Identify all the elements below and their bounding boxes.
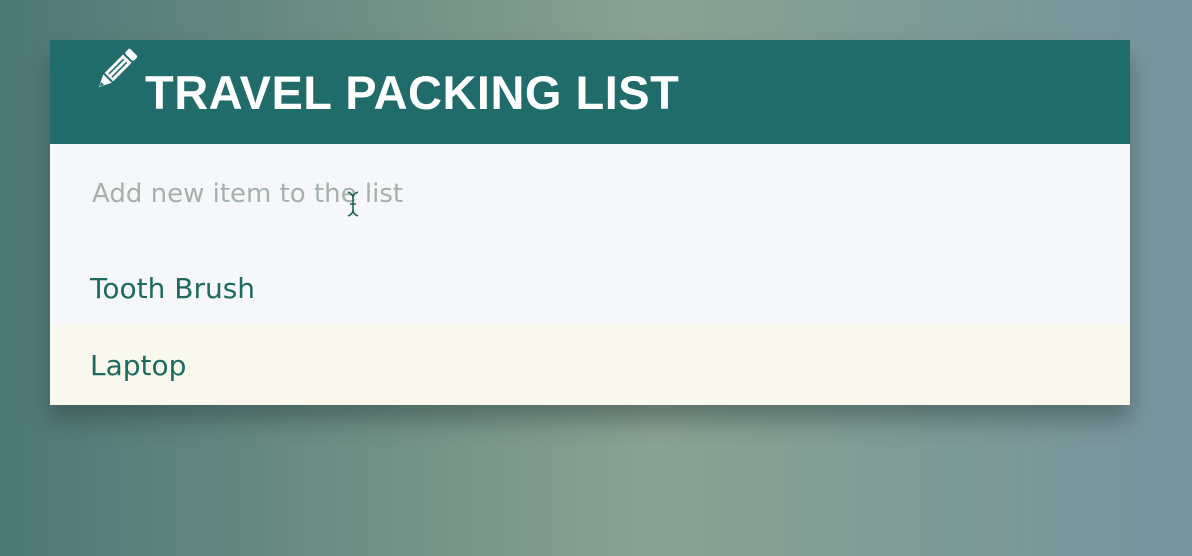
packing-list-card: TRAVEL PACKING LIST Tooth Brush Laptop <box>50 40 1130 405</box>
new-item-row <box>50 144 1130 248</box>
item-label: Laptop <box>90 349 187 382</box>
item-label: Tooth Brush <box>90 272 256 305</box>
page-title: TRAVEL PACKING LIST <box>145 66 680 119</box>
list-item[interactable]: Laptop <box>50 325 1130 405</box>
pencil-icon <box>99 48 138 87</box>
text-cursor-icon <box>347 191 359 217</box>
packing-list: Tooth Brush Laptop <box>50 248 1130 405</box>
list-header: TRAVEL PACKING LIST <box>50 40 1130 144</box>
list-item[interactable]: Tooth Brush <box>50 248 1130 325</box>
new-item-input[interactable] <box>92 170 1072 218</box>
